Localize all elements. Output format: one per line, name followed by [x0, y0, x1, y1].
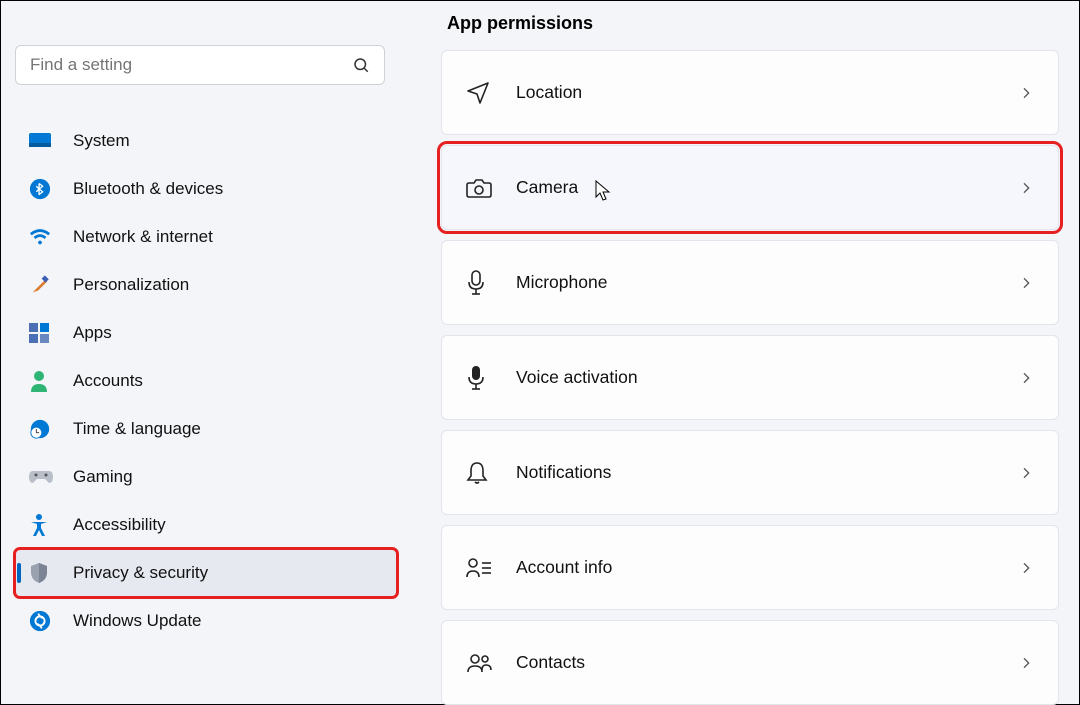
gamepad-icon: [29, 469, 73, 485]
chevron-right-icon: [1018, 85, 1034, 101]
accessibility-icon: [29, 514, 73, 536]
apps-icon: [29, 323, 73, 343]
location-icon: [466, 81, 516, 105]
paintbrush-icon: [29, 274, 73, 296]
microphone-icon: [466, 270, 516, 296]
nav-list: System Bluetooth & devices Network & int…: [15, 117, 397, 645]
globe-clock-icon: [29, 418, 73, 440]
permission-item-label: Microphone: [516, 272, 1018, 293]
sidebar-item-privacy[interactable]: Privacy & security: [15, 549, 397, 597]
permission-item-label: Account info: [516, 557, 1018, 578]
sidebar-item-network[interactable]: Network & internet: [15, 213, 397, 261]
person-icon: [29, 370, 73, 392]
permission-item-camera[interactable]: Camera: [441, 145, 1059, 230]
wifi-icon: [29, 228, 73, 246]
sidebar-item-accounts[interactable]: Accounts: [15, 357, 397, 405]
section-title: App permissions: [447, 13, 1059, 34]
camera-icon: [466, 177, 516, 199]
permission-item-microphone[interactable]: Microphone: [441, 240, 1059, 325]
permission-item-label: Notifications: [516, 462, 1018, 483]
account-info-icon: [466, 557, 516, 579]
sidebar-item-label: Gaming: [73, 467, 133, 487]
sidebar-item-label: Network & internet: [73, 227, 213, 247]
shield-icon: [29, 562, 73, 584]
chevron-right-icon: [1018, 465, 1034, 481]
sidebar-item-label: Privacy & security: [73, 563, 208, 583]
sidebar-item-system[interactable]: System: [15, 117, 397, 165]
sidebar-item-personalization[interactable]: Personalization: [15, 261, 397, 309]
sidebar: System Bluetooth & devices Network & int…: [1, 1, 411, 704]
chevron-right-icon: [1018, 370, 1034, 386]
sidebar-item-label: System: [73, 131, 130, 151]
permission-item-label: Contacts: [516, 652, 1018, 673]
avatar-stub: [21, 13, 63, 31]
sidebar-item-label: Apps: [73, 323, 112, 343]
sidebar-item-accessibility[interactable]: Accessibility: [15, 501, 397, 549]
sidebar-item-label: Accounts: [73, 371, 143, 391]
search-input[interactable]: [30, 55, 352, 75]
sidebar-item-label: Windows Update: [73, 611, 202, 631]
contacts-icon: [466, 652, 516, 674]
sidebar-item-label: Accessibility: [73, 515, 166, 535]
sidebar-item-label: Time & language: [73, 419, 201, 439]
permission-item-contacts[interactable]: Contacts: [441, 620, 1059, 705]
search-icon: [352, 56, 370, 74]
permission-item-notifications[interactable]: Notifications: [441, 430, 1059, 515]
sidebar-item-gaming[interactable]: Gaming: [15, 453, 397, 501]
sidebar-item-label: Bluetooth & devices: [73, 179, 223, 199]
permission-item-label: Voice activation: [516, 367, 1018, 388]
permission-item-label: Camera: [516, 177, 1018, 198]
bluetooth-icon: [29, 178, 73, 200]
permission-item-accountinfo[interactable]: Account info: [441, 525, 1059, 610]
chevron-right-icon: [1018, 655, 1034, 671]
sidebar-item-label: Personalization: [73, 275, 189, 295]
permission-cards: Location Camera Microphone Voice activat…: [441, 50, 1059, 705]
sidebar-item-apps[interactable]: Apps: [15, 309, 397, 357]
chevron-right-icon: [1018, 275, 1034, 291]
sidebar-item-update[interactable]: Windows Update: [15, 597, 397, 645]
permission-item-label: Location: [516, 82, 1018, 103]
permission-item-voice[interactable]: Voice activation: [441, 335, 1059, 420]
chevron-right-icon: [1018, 560, 1034, 576]
sidebar-item-time[interactable]: Time & language: [15, 405, 397, 453]
refresh-icon: [29, 610, 73, 632]
voice-icon: [466, 365, 516, 391]
permission-item-location[interactable]: Location: [441, 50, 1059, 135]
main-panel: App permissions Location Camera Micropho…: [411, 1, 1079, 704]
search-box[interactable]: [15, 45, 385, 85]
sidebar-item-bluetooth[interactable]: Bluetooth & devices: [15, 165, 397, 213]
system-icon: [29, 133, 73, 149]
chevron-right-icon: [1018, 180, 1034, 196]
bell-icon: [466, 461, 516, 485]
